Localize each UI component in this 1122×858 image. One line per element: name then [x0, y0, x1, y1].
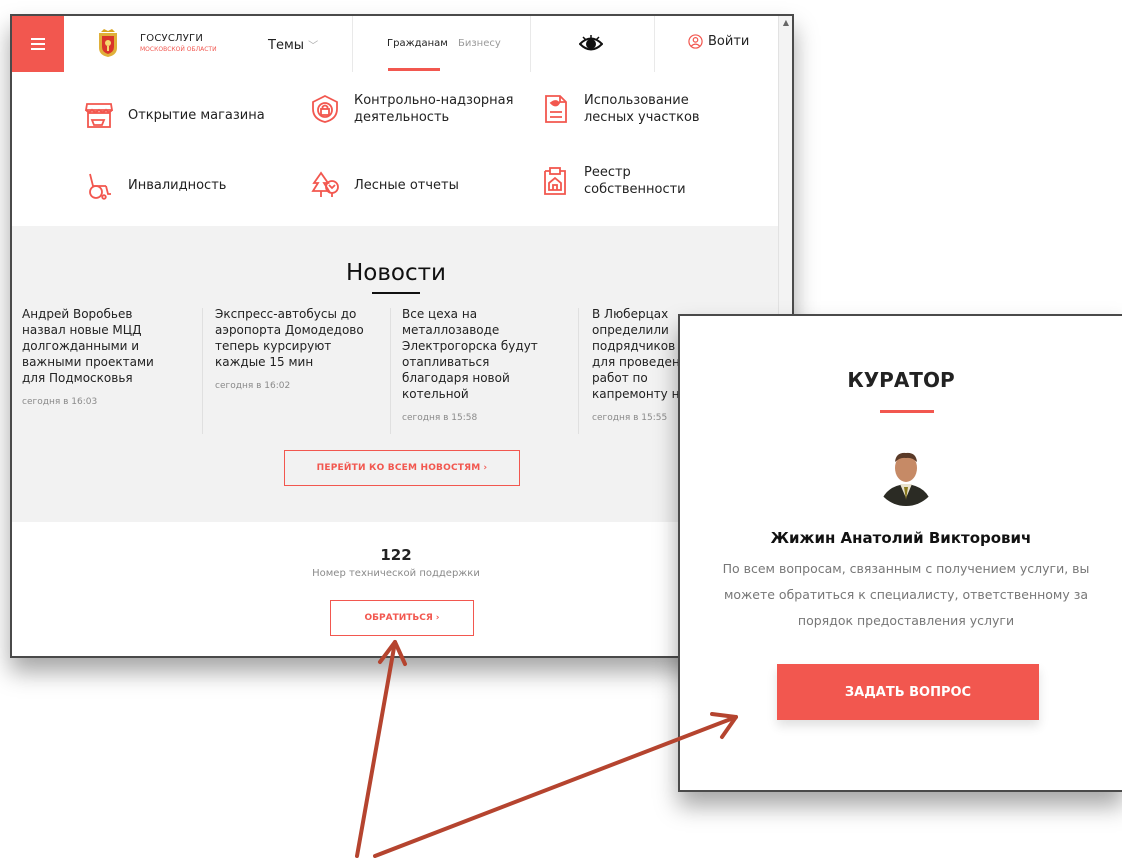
- service-shop[interactable]: Открытие магазина: [84, 100, 265, 130]
- tab-citizens[interactable]: Гражданам: [387, 38, 448, 49]
- curator-title: КУРАТОР: [847, 368, 955, 392]
- chevron-down-icon: ﹀: [308, 41, 319, 52]
- support-number: 122: [380, 546, 412, 564]
- curator-avatar: [874, 442, 938, 506]
- tree-icon: [311, 171, 339, 197]
- news-time: сегодня в 15:58: [402, 413, 478, 423]
- service-label: Инвалидность: [128, 177, 227, 193]
- menu-button[interactable]: [12, 16, 64, 72]
- logo-subtitle: МОСКОВСКОЙ ОБЛАСТИ: [140, 46, 217, 53]
- contact-label: ОБРАТИТЬСЯ: [364, 613, 433, 623]
- support-label: Номер технической поддержки: [312, 568, 480, 579]
- all-news-label: ПЕРЕЙТИ КО ВСЕМ НОВОСТЯМ: [316, 463, 481, 473]
- service-forest-reports[interactable]: Лесные отчеты: [310, 170, 459, 200]
- news-section: Новости Андрей Воробьев назвал новые МЦД…: [12, 226, 780, 522]
- news-text: Все цеха на металлозаводе Электрогорска …: [402, 307, 538, 401]
- forest-document-icon: [545, 95, 567, 123]
- login-label: Войти: [708, 34, 750, 49]
- service-label: Использование лесных участков: [584, 93, 700, 125]
- menu-line: [31, 48, 45, 50]
- login-button[interactable]: Войти: [688, 34, 749, 49]
- service-label: Открытие магазина: [128, 107, 265, 123]
- curator-description: По всем вопросам, связанным с получением…: [722, 561, 1090, 628]
- menu-line: [31, 38, 45, 40]
- service-label: Контрольно-надзорная деятельность: [354, 93, 514, 125]
- chevron-right-icon: ›: [483, 463, 488, 473]
- service-property-registry[interactable]: Реестр собственности: [540, 164, 720, 198]
- site-logo[interactable]: ГОСУСЛУГИ МОСКОВСКОЙ ОБЛАСТИ: [140, 34, 217, 53]
- header-divider: [654, 16, 655, 72]
- lock-shield-icon: [312, 94, 338, 123]
- service-disability[interactable]: Инвалидность: [84, 170, 226, 200]
- news-text: Экспресс-автобусы до аэропорта Домодедов…: [215, 307, 364, 369]
- menu-line: [31, 43, 45, 45]
- tab-business[interactable]: Бизнесу: [458, 38, 501, 49]
- scroll-up-icon[interactable]: ▲: [783, 18, 789, 27]
- themes-label: Темы: [268, 38, 305, 53]
- shop-icon: [84, 103, 114, 128]
- wheelchair-icon: [89, 173, 111, 200]
- curator-title-underline: [880, 410, 934, 413]
- services-grid: Открытие магазина Контрольно-надзорная д…: [12, 72, 780, 226]
- support-section: 122 Номер технической поддержки ОБРАТИТЬ…: [12, 522, 780, 656]
- chevron-right-icon: ›: [435, 613, 440, 623]
- main-page-screenshot: ГОСУСЛУГИ МОСКОВСКОЙ ОБЛАСТИ Темы ﹀ Граж…: [10, 14, 794, 658]
- curator-panel: КУРАТОР Жижин Анатолий Викторович По все…: [678, 314, 1122, 792]
- coat-of-arms-icon[interactable]: [97, 28, 119, 58]
- active-tab-indicator: [388, 68, 440, 71]
- property-registry-icon: [544, 167, 566, 195]
- news-text: Андрей Воробьев назвал новые МЦД долгожд…: [22, 307, 154, 385]
- news-item[interactable]: Все цеха на металлозаводе Электрогорска …: [402, 306, 552, 423]
- contact-button[interactable]: ОБРАТИТЬСЯ ›: [330, 600, 474, 636]
- header-divider: [352, 16, 353, 72]
- service-forest-plots[interactable]: Использование лесных участков: [540, 92, 720, 126]
- service-label: Лесные отчеты: [354, 177, 459, 193]
- user-icon: [688, 34, 703, 49]
- news-title-underline: [372, 292, 420, 294]
- news-title: Новости: [346, 260, 446, 286]
- news-time: сегодня в 16:02: [215, 381, 291, 391]
- news-separator: [202, 308, 203, 434]
- news-separator: [578, 308, 579, 434]
- header-divider: [530, 16, 531, 72]
- news-item[interactable]: Экспресс-автобусы до аэропорта Домодедов…: [215, 306, 365, 391]
- ask-question-button[interactable]: ЗАДАТЬ ВОПРОС: [777, 664, 1039, 720]
- news-time: сегодня в 16:03: [22, 397, 98, 407]
- all-news-button[interactable]: ПЕРЕЙТИ КО ВСЕМ НОВОСТЯМ ›: [284, 450, 520, 486]
- curator-name: Жижин Анатолий Викторович: [770, 529, 1032, 547]
- service-label: Реестр собственности: [584, 165, 686, 197]
- news-separator: [390, 308, 391, 434]
- service-control-supervision[interactable]: Контрольно-надзорная деятельность: [310, 92, 530, 126]
- logo-title: ГОСУСЛУГИ: [140, 33, 204, 44]
- news-item[interactable]: Андрей Воробьев назвал новые МЦД долгожд…: [22, 306, 172, 407]
- site-header: ГОСУСЛУГИ МОСКОВСКОЙ ОБЛАСТИ Темы ﹀ Граж…: [12, 16, 780, 72]
- themes-dropdown[interactable]: Темы ﹀: [268, 37, 318, 53]
- accessibility-eye-icon[interactable]: [579, 34, 603, 54]
- arrow-to-contact-button: [355, 640, 397, 858]
